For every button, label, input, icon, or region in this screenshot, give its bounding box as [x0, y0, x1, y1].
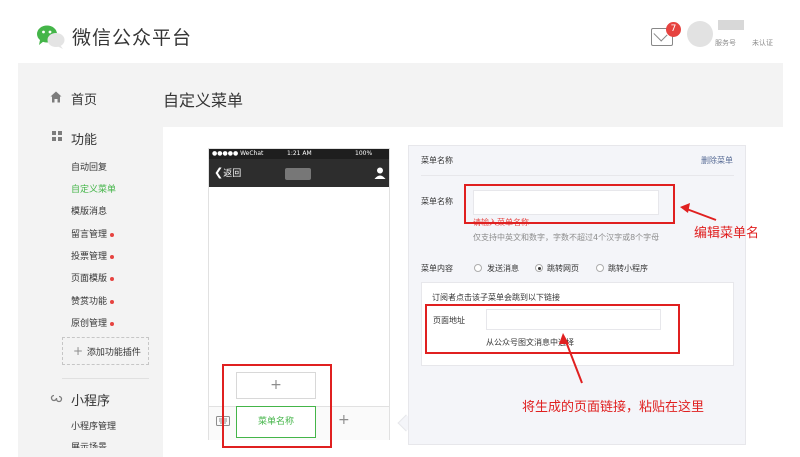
notification-badge: 7 — [666, 22, 681, 37]
sidebar-sub-item-label: 自定义菜单 — [71, 185, 117, 195]
sidebar-sub-item-label: 留言管理 — [71, 230, 108, 240]
home-icon — [50, 91, 62, 103]
sidebar-sub-item-label: 原创管理 — [71, 319, 108, 329]
sidebar-sub-item[interactable]: 自定义菜单 — [71, 182, 116, 195]
account-type: 服务号 — [715, 39, 736, 47]
option-jump-web[interactable]: 跳转网页 — [547, 263, 579, 274]
option-jump-mini[interactable]: 跳转小程序 — [608, 263, 648, 274]
back-label: 返回 — [223, 169, 242, 179]
form-divider — [421, 175, 734, 176]
annotation-edit-name: 编辑菜单名 — [694, 226, 760, 241]
account-name-blur — [285, 168, 311, 180]
sidebar-sub-item[interactable]: 自动回复 — [71, 160, 107, 173]
status-battery: 100% — [355, 150, 373, 157]
back-button[interactable]: ❮返回 — [214, 166, 241, 179]
new-dot-icon — [110, 276, 115, 281]
status-time: 1:21 AM — [287, 150, 312, 157]
grid-icon — [52, 131, 62, 141]
delete-menu-link[interactable]: 删除菜单 — [701, 155, 733, 166]
avatar[interactable] — [687, 21, 713, 47]
sidebar-item-mini-program[interactable]: 小程序 — [71, 390, 110, 409]
radio-send-message[interactable] — [474, 264, 482, 272]
sidebar-sub-item[interactable]: 留言管理 — [71, 227, 115, 240]
sidebar-sub-item[interactable]: 模版消息 — [71, 204, 107, 217]
user-icon[interactable] — [374, 167, 386, 179]
page-title: 自定义菜单 — [163, 91, 244, 110]
account-name-redacted[interactable] — [718, 20, 744, 30]
sidebar-sub-item[interactable]: 页面模版 — [71, 271, 115, 284]
add-menu-button[interactable]: + — [338, 412, 350, 428]
sidebar-sub-item[interactable]: 赞赏功能 — [71, 294, 115, 307]
account-status: 未认证 — [752, 39, 773, 47]
sidebar-sub-item-label: 页面模版 — [71, 274, 108, 284]
new-dot-icon — [110, 232, 115, 237]
platform-title: 微信公众平台 — [72, 27, 193, 49]
link-hint: 订阅者点击该子菜单会跳到以下链接 — [432, 293, 560, 302]
option-send-message[interactable]: 发送消息 — [487, 263, 519, 274]
sidebar-item-mini-scene[interactable]: 展示场景 — [71, 440, 107, 448]
name-label: 菜单名称 — [421, 197, 453, 206]
status-carrier: ●●●●● WeChat — [212, 150, 264, 157]
form-header: 菜单名称 — [421, 156, 453, 165]
plus-icon: + — [73, 344, 87, 358]
annotation-paste-link: 将生成的页面链接，粘贴在这里 — [522, 400, 705, 415]
radio-jump-web[interactable] — [535, 264, 543, 272]
sidebar-sub-item-label: 赞赏功能 — [71, 297, 108, 307]
sidebar-divider — [62, 378, 149, 379]
sidebar-item-function[interactable]: 功能 — [71, 129, 97, 148]
sidebar-item-home[interactable]: 首页 — [71, 89, 97, 108]
new-dot-icon — [110, 321, 115, 326]
mini-program-icon — [50, 394, 63, 403]
highlight-name-input — [464, 184, 675, 224]
sidebar-sub-item[interactable]: 原创管理 — [71, 316, 115, 329]
wechat-admin-page: 微信公众平台 7 服务号 未认证 首页 功能 自动回复 自定义菜单 模版消息 留言管理… — [0, 0, 800, 457]
add-plugin-label: 添加功能插件 — [86, 348, 141, 358]
sidebar-sub-item-label: 投票管理 — [71, 252, 108, 262]
highlight-phone-menu — [222, 364, 332, 448]
chevron-left-icon: ❮ — [214, 166, 224, 179]
sidebar-sub-item[interactable]: 投票管理 — [71, 249, 115, 262]
sidebar-sub-item-label: 自动回复 — [71, 163, 108, 173]
new-dot-icon — [110, 299, 115, 304]
name-hint: 仅支持中英文和数字，字数不超过4个汉字或8个字母 — [473, 233, 660, 242]
new-dot-icon — [110, 254, 115, 259]
add-plugin-button[interactable]: + 添加功能插件 — [62, 337, 149, 365]
highlight-url-input — [425, 304, 680, 354]
sidebar-item-mini-manage[interactable]: 小程序管理 — [71, 419, 116, 432]
wechat-logo-icon — [37, 25, 65, 49]
radio-jump-mini[interactable] — [596, 264, 604, 272]
sidebar-sub-item-label: 模版消息 — [71, 207, 108, 217]
content-label: 菜单内容 — [421, 264, 453, 273]
